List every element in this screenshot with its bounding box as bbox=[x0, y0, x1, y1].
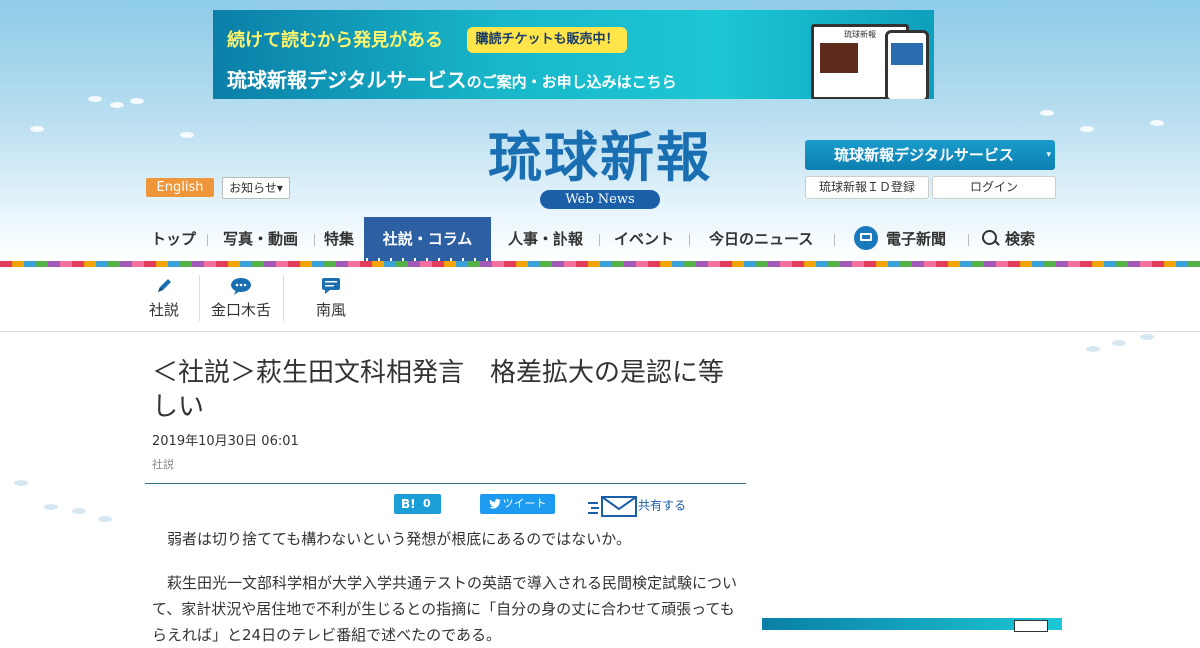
article-divider bbox=[145, 483, 746, 484]
sidebar-ad-banner[interactable] bbox=[762, 618, 1062, 632]
article-paragraph: 弱者は切り捨てても構わないという発想が根底にあるのではないか。 bbox=[152, 530, 631, 548]
fish-decoration bbox=[1112, 340, 1126, 346]
nav-top[interactable]: トップ bbox=[151, 217, 196, 261]
subnav-separator bbox=[199, 275, 200, 321]
nav-separator bbox=[599, 234, 600, 246]
speech-bubble-icon bbox=[231, 278, 251, 295]
fish-decoration bbox=[30, 126, 44, 132]
fish-decoration bbox=[88, 96, 102, 102]
hatena-bookmark-button[interactable]: B! 0 bbox=[394, 494, 441, 514]
nav-separator bbox=[207, 234, 208, 246]
notice-dropdown[interactable]: お知らせ▾ bbox=[222, 177, 290, 199]
share-button[interactable]: 共有する bbox=[588, 494, 686, 518]
fish-decoration bbox=[1150, 120, 1164, 126]
nav-search[interactable]: 検索 bbox=[982, 217, 1035, 261]
phone-screen bbox=[891, 43, 923, 65]
nav-search-label: 検索 bbox=[1005, 230, 1036, 248]
sub-nav: 社説 金口木舌 南風 bbox=[0, 267, 1200, 332]
article-category[interactable]: 社説 bbox=[152, 456, 174, 472]
subnav-editorial[interactable]: 社説 bbox=[146, 267, 182, 331]
tweet-button[interactable]: ツイート bbox=[480, 494, 555, 514]
hatena-count: 0 bbox=[423, 497, 431, 510]
fish-decoration bbox=[110, 102, 124, 108]
nav-editorial-column[interactable]: 社説・コラム bbox=[364, 217, 491, 261]
article-paragraph: 萩生田光一文部科学相が大学入学共通テストの英語で導入される民間検定試験について、… bbox=[152, 574, 738, 644]
subnav-separator bbox=[283, 275, 284, 321]
nav-separator bbox=[834, 234, 835, 246]
login-button[interactable]: ログイン bbox=[932, 176, 1056, 199]
banner-headline: 続けて読むから発見がある bbox=[227, 30, 443, 51]
mail-share-icon bbox=[588, 496, 637, 517]
subnav-kinkuchi-bokuzetsu[interactable]: 金口木舌 bbox=[208, 267, 274, 331]
pen-icon bbox=[158, 279, 171, 292]
logo-text: 琉球新報 bbox=[488, 125, 712, 189]
main-nav: トップ 写真・動画 特集 社説・コラム 人事・訃報 イベント 今日のニュース 電… bbox=[0, 217, 1200, 261]
banner-cta-main: 琉球新報デジタルサービス bbox=[227, 68, 467, 92]
chevron-down-icon: ▾ bbox=[1046, 150, 1051, 160]
nav-photo-video[interactable]: 写真・動画 bbox=[223, 217, 298, 261]
laptop-screen bbox=[820, 43, 858, 73]
fish-decoration bbox=[14, 480, 28, 486]
nav-personnel-obituary[interactable]: 人事・訃報 bbox=[508, 217, 583, 261]
nav-digital-paper[interactable]: 電子新聞 bbox=[854, 217, 946, 261]
subnav-editorial-label: 社説 bbox=[148, 301, 179, 319]
english-button[interactable]: English bbox=[146, 178, 214, 197]
tweet-label: ツイート bbox=[502, 497, 547, 510]
nav-separator bbox=[314, 234, 315, 246]
laptop-logo: 琉球新報 bbox=[844, 30, 876, 39]
comment-icon bbox=[322, 278, 340, 294]
banner-cta-mid: のご案内・お申し込み bbox=[466, 73, 617, 91]
fish-decoration bbox=[44, 504, 58, 510]
fish-decoration bbox=[98, 516, 112, 522]
fish-decoration bbox=[1140, 334, 1154, 340]
fish-decoration bbox=[1040, 110, 1054, 116]
banner-ticket-badge: 購読チケットも販売中！ bbox=[467, 27, 627, 53]
nav-separator bbox=[689, 234, 690, 246]
nav-today-news[interactable]: 今日のニュース bbox=[709, 217, 813, 261]
nav-events[interactable]: イベント bbox=[614, 217, 674, 261]
twitter-bird-icon bbox=[488, 499, 501, 509]
fish-decoration bbox=[130, 98, 144, 104]
nav-features[interactable]: 特集 bbox=[324, 217, 354, 261]
subnav-nanpu[interactable]: 南風 bbox=[313, 267, 349, 331]
subnav-kinkuchi-label: 金口木舌 bbox=[210, 301, 271, 319]
sidebar-ad-device bbox=[1014, 620, 1048, 632]
id-register-button[interactable]: 琉球新報ＩＤ登録 bbox=[805, 176, 929, 199]
nav-digital-paper-label: 電子新聞 bbox=[886, 230, 947, 248]
search-icon bbox=[982, 230, 997, 245]
subnav-nanpu-label: 南風 bbox=[315, 301, 346, 319]
article-date: 2019年10月30日 06:01 bbox=[152, 434, 299, 449]
digital-service-button[interactable]: 琉球新報デジタルサービス ▾ bbox=[805, 140, 1055, 170]
fish-decoration bbox=[180, 132, 194, 138]
digital-service-banner[interactable]: 続けて読むから発見がある 購読チケットも販売中！ 琉球新報デジタルサービスのご案… bbox=[213, 10, 934, 99]
fish-decoration bbox=[72, 508, 86, 514]
site-logo[interactable]: 琉球新報 Web News bbox=[450, 126, 750, 212]
fish-decoration bbox=[1086, 346, 1100, 352]
nav-separator bbox=[968, 234, 969, 246]
digital-paper-icon bbox=[854, 225, 878, 250]
share-label: 共有する bbox=[638, 498, 687, 513]
banner-cta-end: はこちら bbox=[616, 73, 677, 91]
article-title: ＜社説＞萩生田文科相発言 格差拡大の是認に等しい bbox=[152, 358, 725, 422]
digital-service-label: 琉球新報デジタルサービス bbox=[834, 146, 1014, 164]
phone-illustration bbox=[885, 30, 929, 99]
banner-cta: 琉球新報デジタルサービスのご案内・お申し込みはこちら bbox=[227, 64, 677, 93]
fish-decoration bbox=[1080, 126, 1094, 132]
logo-subtitle: Web News bbox=[540, 190, 660, 209]
hatena-icon: B! bbox=[401, 497, 416, 511]
